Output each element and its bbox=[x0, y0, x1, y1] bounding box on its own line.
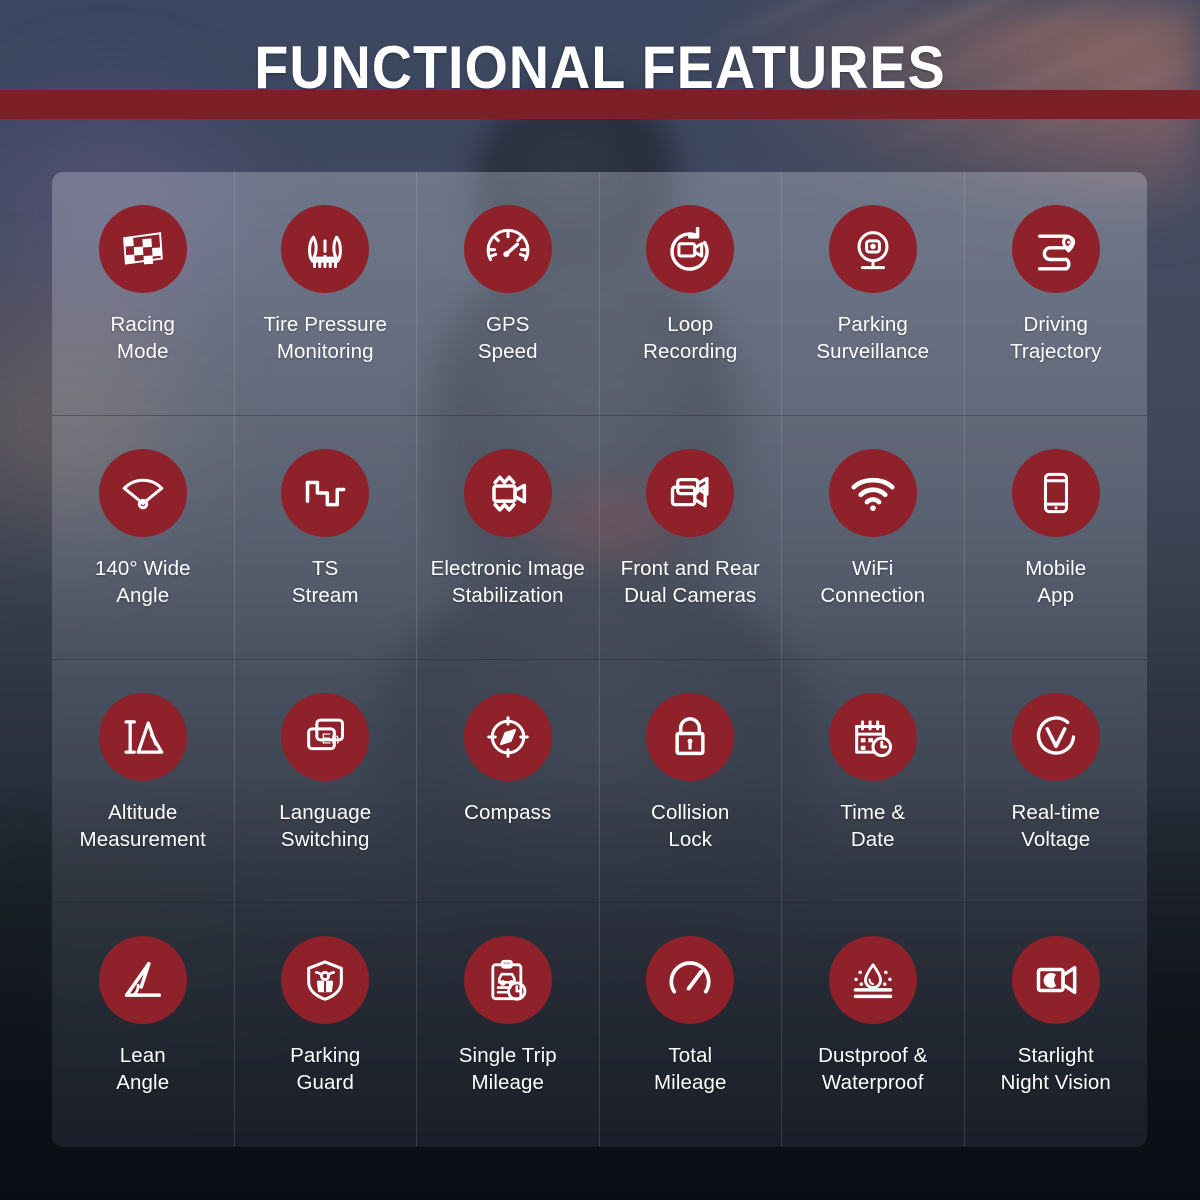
feature-cell[interactable]: Racing Mode bbox=[52, 172, 235, 416]
surveillance-camera-icon bbox=[828, 205, 917, 293]
feature-label: Racing Mode bbox=[110, 313, 175, 364]
feature-label: Total Mileage bbox=[654, 1044, 727, 1095]
feature-label: Driving Trajectory bbox=[1010, 313, 1102, 364]
loop-recording-icon bbox=[646, 205, 735, 293]
voltage-circle-icon bbox=[1011, 692, 1100, 781]
feature-cell[interactable]: Total Mileage bbox=[600, 903, 782, 1147]
feature-cell[interactable]: Time & Date bbox=[782, 659, 965, 904]
feature-label: 140° Wide Angle bbox=[94, 556, 191, 607]
feature-label: Language Switching bbox=[279, 800, 372, 851]
clipboard-car-clock-icon bbox=[463, 936, 552, 1025]
feature-label: Parking Guard bbox=[290, 1044, 361, 1095]
calendar-clock-icon bbox=[828, 692, 917, 781]
feature-cell[interactable]: Real-time Voltage bbox=[964, 660, 1147, 904]
night-vision-camera-icon bbox=[1011, 936, 1100, 1025]
feature-cell[interactable]: Electronic Image Stabilization bbox=[417, 415, 600, 660]
svg-text:En: En bbox=[322, 731, 340, 747]
feature-label: Front and Rear Dual Cameras bbox=[620, 556, 760, 607]
feature-cell[interactable]: Front and Rear Dual Cameras bbox=[599, 415, 782, 660]
checkered-flag-icon bbox=[98, 205, 187, 293]
lean-angle-icon bbox=[98, 936, 187, 1025]
feature-label: Real-time Voltage bbox=[1011, 800, 1101, 851]
feature-cell[interactable]: Lean Angle bbox=[52, 903, 235, 1147]
wide-angle-icon bbox=[98, 448, 187, 537]
feature-label: Compass bbox=[464, 800, 552, 824]
feature-label: Time & Date bbox=[840, 800, 906, 851]
feature-cell[interactable]: Starlight Night Vision bbox=[965, 903, 1148, 1147]
stabilized-camera-icon bbox=[463, 448, 552, 537]
feature-label: Lean Angle bbox=[116, 1044, 170, 1095]
wifi-icon bbox=[828, 448, 917, 537]
feature-cell[interactable]: Loop Recording bbox=[599, 172, 782, 416]
language-en-icon: En bbox=[281, 692, 370, 781]
compass-icon bbox=[463, 692, 552, 781]
gauge-icon bbox=[646, 936, 735, 1025]
feature-cell[interactable]: Collision Lock bbox=[599, 659, 782, 904]
feature-cell[interactable]: Driving Trajectory bbox=[964, 172, 1147, 416]
feature-cell[interactable]: Mobile App bbox=[964, 416, 1147, 660]
feature-cell[interactable]: Dustproof & Waterproof bbox=[782, 903, 965, 1147]
feature-cell[interactable]: Altitude Measurement bbox=[52, 659, 235, 904]
poster-stage: FUNCTIONAL FEATURES Racing Mode Tire Pres… bbox=[0, 0, 1200, 1200]
feature-label: TS Stream bbox=[291, 556, 359, 607]
feature-cell[interactable]: Single Trip Mileage bbox=[417, 903, 600, 1147]
feature-cell[interactable]: GPS Speed bbox=[417, 172, 600, 416]
feature-cell[interactable]: Parking Guard bbox=[235, 903, 417, 1147]
feature-cell[interactable]: Compass bbox=[417, 659, 600, 904]
feature-cell[interactable]: 140° Wide Angle bbox=[52, 415, 235, 660]
square-wave-icon bbox=[281, 448, 370, 537]
feature-label: Loop Recording bbox=[643, 313, 738, 364]
feature-grid: Racing Mode Tire Pressure Monitoring GPS S… bbox=[52, 172, 1147, 1147]
feature-label: WiFi Connection bbox=[820, 556, 926, 607]
padlock-icon bbox=[646, 692, 735, 781]
water-dust-icon bbox=[828, 936, 917, 1025]
altitude-mountain-icon bbox=[98, 692, 187, 781]
feature-cell[interactable]: Parking Surveillance bbox=[782, 172, 965, 416]
smartphone-icon bbox=[1011, 448, 1100, 537]
feature-label: Tire Pressure Monitoring bbox=[263, 313, 388, 364]
feature-label: Parking Surveillance bbox=[816, 313, 930, 364]
shield-scooter-icon bbox=[281, 936, 370, 1025]
feature-cell[interactable]: WiFi Connection bbox=[782, 415, 965, 660]
feature-label: Electronic Image Stabilization bbox=[430, 556, 585, 607]
feature-label: GPS Speed bbox=[477, 313, 538, 364]
feature-label: Starlight Night Vision bbox=[1000, 1044, 1111, 1095]
feature-label: Mobile App bbox=[1025, 556, 1087, 607]
feature-cell[interactable]: En Language Switching bbox=[234, 659, 417, 904]
page-title: FUNCTIONAL FEATURES bbox=[254, 34, 946, 101]
feature-label: Dustproof & Waterproof bbox=[818, 1044, 928, 1095]
feature-label: Single Trip Mileage bbox=[458, 1044, 557, 1095]
tire-pressure-icon bbox=[281, 205, 370, 293]
dual-camera-icon bbox=[646, 448, 735, 537]
speedometer-icon bbox=[463, 205, 552, 293]
route-pin-icon bbox=[1011, 205, 1100, 293]
feature-label: Collision Lock bbox=[651, 800, 730, 851]
feature-cell[interactable]: Tire Pressure Monitoring bbox=[234, 172, 417, 416]
feature-cell[interactable]: TS Stream bbox=[234, 415, 417, 660]
feature-label: Altitude Measurement bbox=[79, 800, 206, 851]
